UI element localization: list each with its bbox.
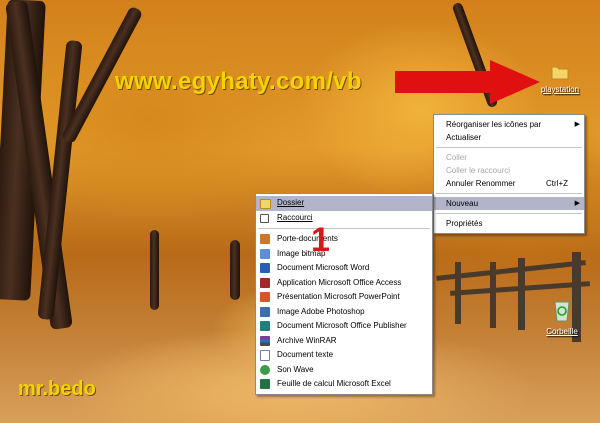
menu-item-label: Coller xyxy=(446,153,467,162)
wave-sound-icon xyxy=(260,364,270,375)
menu-item-refresh[interactable]: Actualiser xyxy=(434,131,584,144)
winrar-icon xyxy=(260,335,270,346)
folder-icon xyxy=(260,199,271,209)
menu-item-label: Document texte xyxy=(277,350,334,359)
menu-item-label: Coller le raccourci xyxy=(446,166,511,175)
excel-icon xyxy=(260,379,270,389)
shortcut-icon xyxy=(260,213,269,223)
menu-item-label: Réorganiser les icônes par xyxy=(446,120,542,129)
access-icon xyxy=(260,277,270,288)
submenu-item-wave[interactable]: Son Wave xyxy=(256,363,432,378)
submenu-item-text-document[interactable]: Document texte xyxy=(256,348,432,363)
desktop-icon-label: playstation xyxy=(540,85,580,94)
submenu-item-shortcut[interactable]: Raccourci xyxy=(256,211,432,226)
new-submenu: Dossier Raccourci Porte-documents Image … xyxy=(255,193,433,395)
bitmap-icon xyxy=(260,248,270,259)
menu-item-label: Actualiser xyxy=(446,133,482,142)
menu-item-arrange-icons[interactable]: Réorganiser les icônes par ▶ xyxy=(434,118,584,131)
menu-item-shortcut: Ctrl+Z xyxy=(546,179,568,188)
fence-post xyxy=(490,262,496,328)
photoshop-icon xyxy=(260,306,270,317)
menu-item-label: Annuler Renommer xyxy=(446,179,516,188)
submenu-item-publisher[interactable]: Document Microsoft Office Publisher xyxy=(256,319,432,334)
menu-item-paste-shortcut[interactable]: Coller le raccourci xyxy=(434,164,584,177)
tree-trunk xyxy=(230,240,240,300)
desktop-icon-recycle-bin[interactable]: Corbeille xyxy=(540,298,584,336)
submenu-arrow-icon: ▶ xyxy=(574,121,580,128)
text-document-icon xyxy=(260,350,270,361)
menu-item-label: Dossier xyxy=(277,198,305,207)
menu-item-label: Document Microsoft Word xyxy=(277,263,370,272)
submenu-item-powerpoint[interactable]: Présentation Microsoft PowerPoint xyxy=(256,290,432,305)
desktop-icon-label: Corbeille xyxy=(546,327,578,336)
menu-item-label: Archive WinRAR xyxy=(277,335,337,345)
briefcase-icon xyxy=(260,234,270,244)
menu-item-undo-rename[interactable]: Annuler Renommer Ctrl+Z xyxy=(434,177,584,190)
desktop-context-menu: Réorganiser les icônes par ▶ Actualiser … xyxy=(433,114,585,234)
menu-item-label: Feuille de calcul Microsoft Excel xyxy=(277,379,391,388)
menu-item-label: Nouveau xyxy=(446,199,479,208)
fence-post xyxy=(518,258,525,330)
menu-separator xyxy=(436,193,582,194)
menu-separator xyxy=(258,228,430,229)
tree-trunk xyxy=(150,230,159,310)
powerpoint-icon xyxy=(260,292,270,302)
submenu-item-access[interactable]: Application Microsoft Office Access xyxy=(256,276,432,291)
menu-item-label: Propriétés xyxy=(446,219,483,228)
signature-text: mr.bedo xyxy=(18,378,96,400)
desktop-icon-playstation[interactable]: playstation xyxy=(538,64,582,94)
menu-item-label: Image Adobe Photoshop xyxy=(277,306,365,316)
submenu-item-excel[interactable]: Feuille de calcul Microsoft Excel xyxy=(256,377,432,392)
menu-item-new[interactable]: Nouveau ▶ xyxy=(434,197,584,210)
submenu-arrow-icon: ▶ xyxy=(574,200,580,207)
menu-item-label: Raccourci xyxy=(277,212,313,222)
desktop[interactable]: www.egyhaty.com/vb playstation Corbeille… xyxy=(0,0,600,423)
menu-separator xyxy=(436,147,582,148)
menu-item-label: Application Microsoft Office Access xyxy=(277,277,402,287)
submenu-item-briefcase[interactable]: Porte-documents xyxy=(256,232,432,247)
red-arrow-icon xyxy=(395,60,540,104)
submenu-item-photoshop[interactable]: Image Adobe Photoshop xyxy=(256,305,432,320)
folder-icon xyxy=(551,66,569,80)
fence-post xyxy=(455,262,461,324)
menu-item-properties[interactable]: Propriétés xyxy=(434,217,584,230)
word-icon xyxy=(260,263,270,273)
submenu-item-winrar[interactable]: Archive WinRAR xyxy=(256,334,432,349)
menu-item-label: Présentation Microsoft PowerPoint xyxy=(277,292,400,301)
menu-item-label: Document Microsoft Office Publisher xyxy=(277,321,407,330)
recycle-bin-icon xyxy=(554,301,570,322)
menu-separator xyxy=(436,213,582,214)
submenu-item-folder[interactable]: Dossier xyxy=(256,196,432,211)
menu-item-label: Son Wave xyxy=(277,364,314,374)
submenu-item-word[interactable]: Document Microsoft Word xyxy=(256,261,432,276)
submenu-item-bitmap[interactable]: Image bitmap xyxy=(256,247,432,262)
watermark-url: www.egyhaty.com/vb xyxy=(115,68,362,95)
publisher-icon xyxy=(260,321,270,331)
menu-item-paste[interactable]: Coller xyxy=(434,151,584,164)
step-number-label: 1 xyxy=(311,221,330,259)
